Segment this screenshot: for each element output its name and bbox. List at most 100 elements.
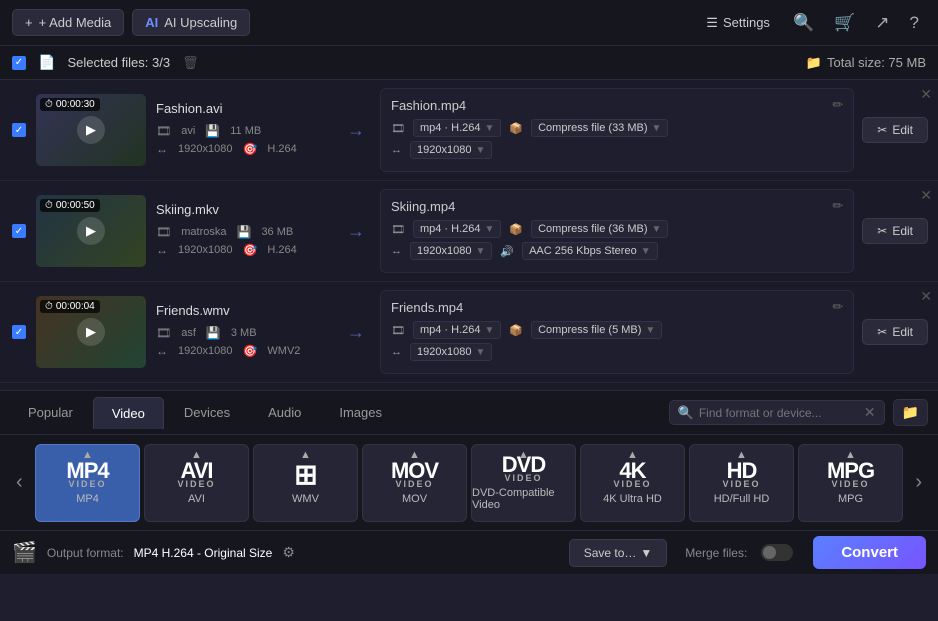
file-checkbox[interactable]: ✓	[12, 325, 26, 339]
format-icon-mp4[interactable]: ▲ MP4 VIDEO MP4	[35, 444, 140, 522]
select-all-area[interactable]: ✓	[12, 56, 26, 70]
save-to-button[interactable]: Save to… ▼	[569, 539, 668, 567]
format-icon-hd[interactable]: ▲ HD VIDEO HD/Full HD	[689, 444, 794, 522]
format-icon-4k[interactable]: ▲ 4K VIDEO 4K Ultra HD	[580, 444, 685, 522]
output-res-row: ↔ 1920x1080 ▼	[391, 343, 843, 361]
file-meta: Fashion.avi 🎞 avi 💾 11 MB ↔ 1920x1080 🎯 …	[156, 101, 336, 160]
compress-select[interactable]: Compress file (33 MB) ▼	[531, 119, 668, 137]
delete-icon[interactable]: 🗑	[182, 55, 199, 71]
format-chevron-wmv: ▲	[300, 449, 311, 461]
meta-row-res: ↔ 1920x1080 🎯 H.264	[156, 243, 336, 257]
output-compress-icon: 📦	[509, 223, 523, 236]
edit-label: Edit	[892, 325, 913, 339]
file-checkbox-area[interactable]: ✓	[10, 325, 28, 339]
edit-button[interactable]: ✂ Edit	[862, 117, 928, 143]
compress-select[interactable]: Compress file (36 MB) ▼	[531, 220, 668, 238]
clock-icon: ⏱	[45, 200, 53, 211]
settings-button[interactable]: ☰ Settings	[696, 10, 780, 36]
tab-video[interactable]: Video	[93, 397, 164, 429]
ai-upscaling-button[interactable]: AI AI Upscaling	[132, 9, 250, 36]
merge-toggle[interactable]	[761, 544, 793, 561]
res-dropdown-icon: ▼	[475, 347, 485, 358]
edit-filename-icon[interactable]: ✏	[832, 198, 843, 214]
file-thumbnail[interactable]: ⏱ 00:00:50 ▶	[36, 195, 146, 267]
play-button[interactable]: ▶	[77, 217, 105, 245]
file-checkbox-area[interactable]: ✓	[10, 224, 28, 238]
play-button[interactable]: ▶	[77, 116, 105, 144]
scissors-icon: ✂	[877, 224, 887, 238]
search-button[interactable]: 🔍	[786, 9, 821, 37]
add-media-button[interactable]: + + Add Media	[12, 9, 124, 36]
cart-button[interactable]: 🛒	[827, 9, 862, 37]
merge-label: Merge files:	[685, 546, 747, 560]
file-size: 3 MB	[231, 327, 257, 339]
edit-button[interactable]: ✂ Edit	[862, 319, 928, 345]
format-label-mp4: MP4	[76, 493, 99, 505]
file-checkbox[interactable]: ✓	[12, 224, 26, 238]
output-res-select[interactable]: 1920x1080 ▼	[410, 343, 492, 361]
tab-devices[interactable]: Devices	[166, 397, 248, 428]
file-thumbnail[interactable]: ⏱ 00:00:30 ▶	[36, 94, 146, 166]
output-format-row: 🎞 mp4 · H.264 ▼ 📦 Compress file (33 MB) …	[391, 119, 843, 137]
edit-button[interactable]: ✂ Edit	[862, 218, 928, 244]
output-panel: Friends.mp4 ✏ 🎞 mp4 · H.264 ▼ 📦 Compress…	[380, 290, 854, 374]
format-icon-mpg[interactable]: ▲ MPG VIDEO MPG	[798, 444, 903, 522]
selected-files-label: Selected files: 3/3	[67, 55, 170, 70]
play-button[interactable]: ▶	[77, 318, 105, 346]
format-img-hd: HD VIDEO	[722, 460, 760, 489]
output-res-icon: ↔	[391, 346, 402, 358]
meta-row-format: 🎞 avi 💾 11 MB	[156, 124, 336, 138]
output-format-select[interactable]: mp4 · H.264 ▼	[413, 119, 501, 137]
format-img-mpg: MPG VIDEO	[827, 460, 874, 489]
format-icon-avi[interactable]: ▲ AVI VIDEO AVI	[144, 444, 249, 522]
format-chevron-mp4: ▲	[82, 449, 93, 461]
output-format-select[interactable]: mp4 · H.264 ▼	[413, 220, 501, 238]
format-next-button[interactable]: ›	[909, 471, 928, 494]
tab-audio[interactable]: Audio	[250, 397, 319, 428]
format-search-clear[interactable]: ✕	[864, 404, 876, 421]
edit-filename-icon[interactable]: ✏	[832, 97, 843, 113]
close-item-icon[interactable]: ✕	[920, 187, 932, 204]
format-chevron-mpg: ▲	[845, 449, 856, 461]
toggle-knob	[763, 546, 776, 559]
convert-arrow: →	[336, 322, 376, 343]
format-label-wmv: WMV	[292, 493, 319, 505]
file-size: 11 MB	[230, 125, 261, 137]
codec-icon: 🎯	[242, 243, 257, 257]
output-res-select[interactable]: 1920x1080 ▼	[410, 141, 492, 159]
file-codec: WMV2	[267, 345, 300, 357]
tab-popular[interactable]: Popular	[10, 397, 91, 428]
thumb-duration: ⏱ 00:00:04	[40, 300, 100, 313]
edit-area: ✂ Edit	[862, 218, 928, 244]
format-search-input[interactable]	[699, 406, 859, 420]
format-icon-wmv[interactable]: ▲ ⊞ WMV	[253, 444, 358, 522]
output-format-select[interactable]: mp4 · H.264 ▼	[413, 321, 501, 339]
close-item-icon[interactable]: ✕	[920, 86, 932, 103]
select-all-checkbox[interactable]: ✓	[12, 56, 26, 70]
tab-images[interactable]: Images	[321, 397, 400, 428]
output-header: Fashion.mp4 ✏	[391, 97, 843, 113]
meta-row-res: ↔ 1920x1080 🎯 WMV2	[156, 344, 336, 358]
film-icon: 🎞	[156, 326, 171, 340]
edit-filename-icon[interactable]: ✏	[832, 299, 843, 315]
format-icon-dvd[interactable]: ▲ DVD VIDEO DVD-Compatible Video	[471, 444, 576, 522]
file-size: 36 MB	[261, 226, 293, 238]
close-item-icon[interactable]: ✕	[920, 288, 932, 305]
share-button[interactable]: ↗	[868, 9, 896, 37]
hdd-icon: 💾	[236, 225, 251, 239]
format-folder-button[interactable]: 📁	[893, 399, 928, 426]
format-icon-mov[interactable]: ▲ MOV VIDEO MOV	[362, 444, 467, 522]
file-checkbox-area[interactable]: ✓	[10, 123, 28, 137]
output-res-select[interactable]: 1920x1080 ▼	[410, 242, 492, 260]
compress-select[interactable]: Compress file (5 MB) ▼	[531, 321, 662, 339]
format-label-avi: AVI	[188, 493, 205, 505]
convert-button[interactable]: Convert	[813, 536, 926, 569]
output-settings-icon[interactable]: ⚙	[282, 544, 295, 561]
file-checkbox[interactable]: ✓	[12, 123, 26, 137]
file-thumbnail[interactable]: ⏱ 00:00:04 ▶	[36, 296, 146, 368]
audio-select[interactable]: AAC 256 Kbps Stereo ▼	[522, 242, 658, 260]
format-dropdown-icon: ▼	[485, 325, 495, 336]
format-prev-button[interactable]: ‹	[10, 471, 29, 494]
output-res-icon: ↔	[391, 245, 402, 257]
help-button[interactable]: ?	[903, 9, 926, 37]
